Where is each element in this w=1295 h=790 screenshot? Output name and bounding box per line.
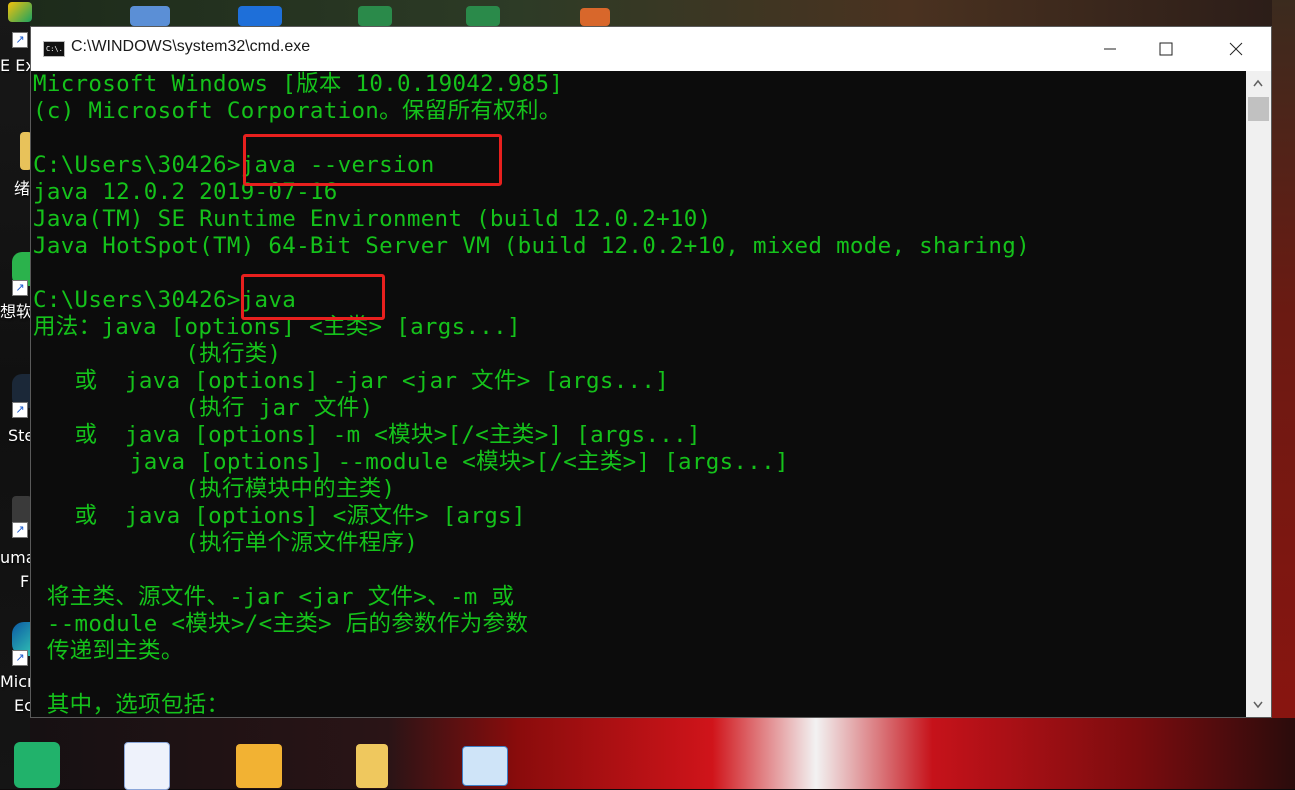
cmd-window[interactable]: C:\. C:\WINDOWS\system32\cmd.exe Microso… (30, 26, 1272, 718)
console-line: 将主类、源文件、-jar <jar 文件>、-m 或 (33, 584, 515, 610)
window-title: C:\WINDOWS\system32\cmd.exe (71, 38, 311, 55)
desktop-icon-photos[interactable] (238, 6, 282, 26)
maximize-button[interactable] (1143, 27, 1189, 71)
shortcut-arrow-icon: ↗ (12, 522, 28, 538)
desktop-icon-pencil[interactable] (236, 744, 282, 788)
wallpaper-bottom-strip (0, 718, 1295, 789)
highlight-box-java (241, 274, 385, 320)
desktop-icon-spreadsheet[interactable] (358, 6, 392, 26)
shortcut-arrow-icon: ↗ (12, 650, 28, 666)
desktop-icon-control-panel[interactable] (462, 746, 508, 786)
console-line: 或 java [options] -jar <jar 文件> [args...] (33, 368, 670, 394)
chevron-down-icon (1253, 701, 1263, 709)
console-line: Java(TM) SE Runtime Environment (build 1… (33, 206, 712, 232)
desktop-label-xu[interactable]: 绪 (14, 180, 30, 198)
close-icon (1229, 42, 1243, 56)
scroll-up-button[interactable] (1246, 71, 1271, 95)
console-line: (执行模块中的主类) (33, 476, 396, 502)
desktop-label-f[interactable]: F (20, 573, 29, 591)
scroll-down-button[interactable] (1246, 693, 1271, 717)
desktop-label-micr[interactable]: Micr (0, 673, 34, 691)
desktop-icon-folder-bottom[interactable] (356, 744, 388, 788)
maximize-icon (1159, 42, 1173, 56)
desktop-icon-app-green[interactable] (14, 742, 60, 788)
highlight-box-java-version (243, 134, 502, 186)
desktop-icon-spreadsheet-2[interactable] (466, 6, 500, 26)
chevron-up-icon (1253, 79, 1263, 87)
console-line: java [options] --module <模块>[/<主类>] [arg… (33, 449, 789, 475)
console-line: (执行类) (33, 341, 282, 367)
shortcut-arrow-icon: ↗ (12, 402, 28, 418)
desktop-icon-word[interactable] (124, 742, 170, 790)
desktop-label-xiang[interactable]: 想软 (0, 303, 32, 321)
desktop-icon-settings[interactable] (130, 6, 170, 26)
scroll-thumb[interactable] (1248, 97, 1269, 121)
wallpaper-right-strip (1272, 0, 1295, 789)
cmd-icon: C:\. (43, 41, 65, 57)
console-line: (c) Microsoft Corporation。保留所有权利。 (33, 98, 562, 124)
console-output[interactable]: Microsoft Windows [版本 10.0.19042.985] (c… (31, 71, 1246, 717)
shortcut-arrow-icon: ↗ (12, 280, 28, 296)
console-line: 或 java [options] -m <模块>[/<主类>] [args...… (33, 422, 701, 448)
vertical-scrollbar[interactable] (1246, 71, 1271, 717)
console-line: Microsoft Windows [版本 10.0.19042.985] (33, 71, 564, 97)
title-bar[interactable]: C:\. C:\WINDOWS\system32\cmd.exe (31, 27, 1271, 71)
desktop-icon-presentation[interactable] (580, 8, 610, 26)
shortcut-arrow-icon: ↗ (12, 32, 28, 48)
console-line: (执行 jar 文件) (33, 395, 374, 421)
console-line: 或 java [options] <源文件> [args] (33, 503, 526, 529)
console-line: Java HotSpot(TM) 64-Bit Server VM (build… (33, 233, 1030, 259)
close-button[interactable] (1213, 27, 1259, 71)
console-line: 传递到主类。 (33, 638, 184, 664)
minimize-icon (1104, 48, 1116, 50)
desktop-icon-explorer[interactable] (8, 2, 32, 22)
console-line: 其中，选项包括： (33, 692, 230, 717)
console-line: (执行单个源文件程序) (33, 530, 419, 556)
console-line: --module <模块>/<主类> 后的参数作为参数 (33, 611, 529, 637)
minimize-button[interactable] (1087, 27, 1133, 71)
